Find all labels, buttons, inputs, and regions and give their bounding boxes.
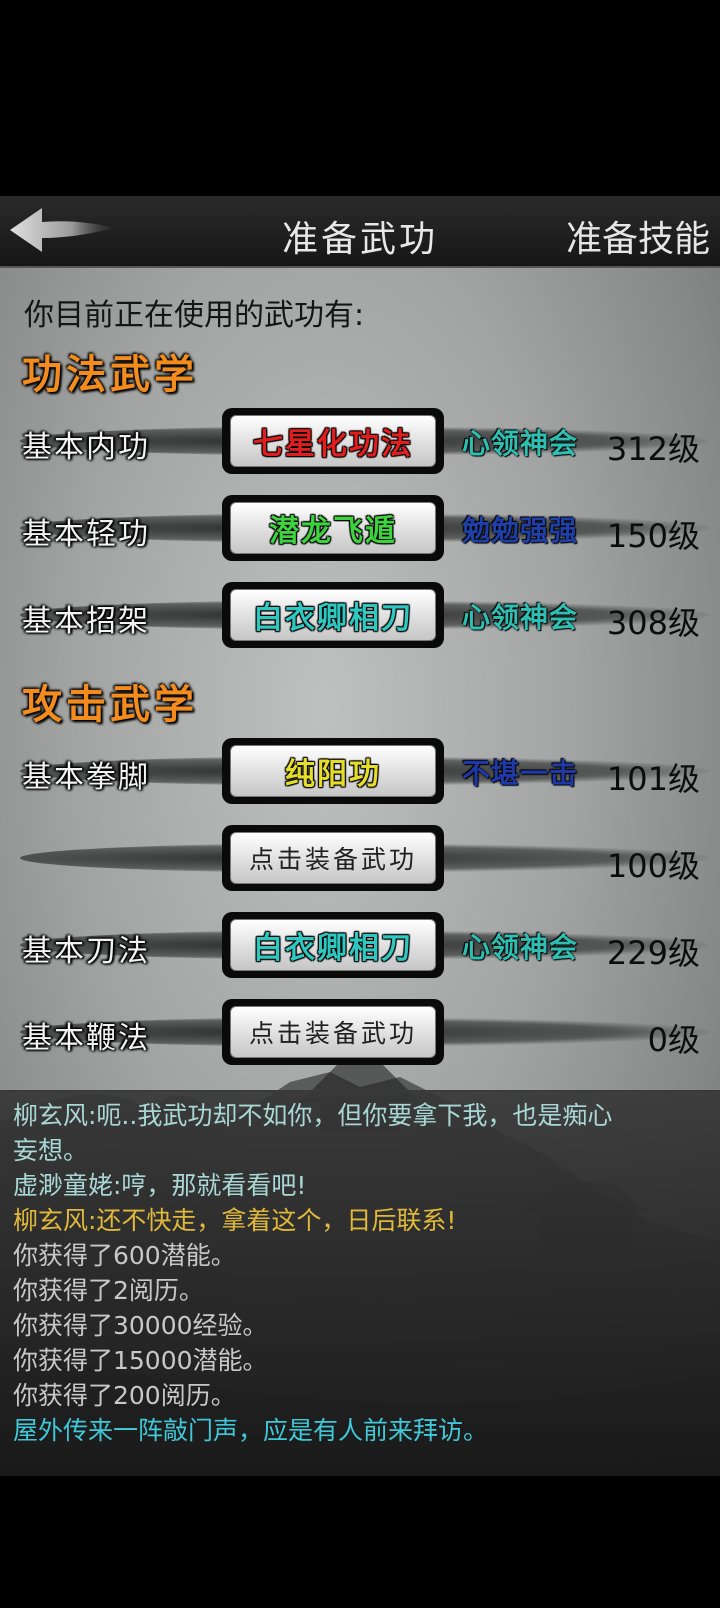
skill-row: 基本招架 白衣卿相刀 心领神会 308级 bbox=[0, 578, 720, 652]
row-label: 基本刀法 bbox=[22, 934, 150, 969]
log-line: 妄想。 bbox=[13, 1136, 89, 1165]
skill-name: 潜龙飞遁 bbox=[269, 514, 397, 549]
skill-slot-button[interactable]: 潜龙飞遁 bbox=[222, 495, 444, 561]
skill-row: 基本轻功 潜龙飞遁 勉勉强强 150级 bbox=[0, 491, 720, 565]
equip-skill-label: 点击装备武功 bbox=[248, 1019, 417, 1048]
skill-level: 150级 bbox=[606, 517, 700, 555]
section-title-gongfa: 功法武学 bbox=[22, 351, 198, 398]
skill-row: 基本内功 七星化功法 心领神会 312级 bbox=[0, 404, 720, 478]
log-line: 柳玄风:还不快走，拿着这个，日后联系! bbox=[13, 1206, 457, 1235]
skill-row: 基本拳脚 纯阳功 不堪一击 101级 bbox=[0, 734, 720, 808]
skill-row: 基本鞭法 点击装备武功 0级 bbox=[0, 995, 720, 1069]
tab-prepare-skills[interactable]: 准备技能 bbox=[566, 210, 710, 262]
skill-row: 点击装备武功 100级 bbox=[0, 821, 720, 895]
skill-level: 308级 bbox=[606, 604, 700, 642]
skill-slot-button[interactable]: 白衣卿相刀 bbox=[222, 912, 444, 978]
row-label: 基本内功 bbox=[22, 430, 150, 465]
log-line: 虚渺童姥:哼，那就看看吧! bbox=[13, 1171, 307, 1200]
skill-name: 白衣卿相刀 bbox=[253, 931, 413, 966]
log-line: 你获得了600潜能。 bbox=[13, 1241, 236, 1270]
row-label: 基本招架 bbox=[22, 604, 150, 639]
message-log-lines: 柳玄风:呃..我武功却不如你，但你要拿下我，也是痴心 妄想。 虚渺童姥:哼，那就… bbox=[13, 1098, 703, 1448]
log-line: 你获得了200阅历。 bbox=[13, 1381, 236, 1410]
skill-slot-button[interactable]: 纯阳功 bbox=[222, 738, 444, 804]
mastery-level: 心领神会 bbox=[462, 601, 579, 634]
skill-name: 七星化功法 bbox=[253, 427, 413, 462]
section-title-attack: 攻击武学 bbox=[22, 681, 198, 728]
row-label: 基本轻功 bbox=[22, 517, 150, 552]
equip-skill-button[interactable]: 点击装备武功 bbox=[222, 999, 444, 1065]
subtitle-text: 你目前正在使用的武功有: bbox=[24, 298, 365, 333]
skill-name: 纯阳功 bbox=[285, 757, 381, 792]
log-line: 你获得了2阅历。 bbox=[13, 1276, 204, 1305]
skill-level: 0级 bbox=[647, 1021, 700, 1059]
skill-row: 基本刀法 白衣卿相刀 心领神会 229级 bbox=[0, 908, 720, 982]
equip-skill-button[interactable]: 点击装备武功 bbox=[222, 825, 444, 891]
skill-level: 312级 bbox=[606, 430, 700, 468]
skill-level: 101级 bbox=[606, 760, 700, 798]
message-log[interactable]: 柳玄风:呃..我武功却不如你，但你要拿下我，也是痴心 妄想。 虚渺童姥:哼，那就… bbox=[0, 1090, 720, 1476]
skill-level: 100级 bbox=[606, 847, 700, 885]
log-line: 你获得了15000潜能。 bbox=[13, 1346, 268, 1375]
row-label: 基本拳脚 bbox=[22, 760, 150, 795]
skill-name: 白衣卿相刀 bbox=[253, 601, 413, 636]
skill-slot-button[interactable]: 白衣卿相刀 bbox=[222, 582, 444, 648]
header-bar: 准备武功 准备技能 bbox=[0, 196, 720, 268]
mastery-level: 不堪一击 bbox=[462, 757, 579, 790]
mastery-level: 心领神会 bbox=[462, 427, 579, 460]
equip-skill-label: 点击装备武功 bbox=[248, 845, 417, 874]
mastery-level: 勉勉强强 bbox=[462, 514, 579, 547]
log-line: 屋外传来一阵敲门声，应是有人前来拜访。 bbox=[13, 1416, 489, 1445]
log-line: 你获得了30000经验。 bbox=[13, 1311, 268, 1340]
mastery-level: 心领神会 bbox=[462, 931, 579, 964]
skill-slot-button[interactable]: 七星化功法 bbox=[222, 408, 444, 474]
row-label: 基本鞭法 bbox=[22, 1021, 150, 1056]
skill-level: 229级 bbox=[606, 934, 700, 972]
app-window: 准备武功 准备技能 你目前正在使用的武功有: 功法武学 基本内功 七星化功法 心… bbox=[0, 196, 720, 1476]
log-line: 柳玄风:呃..我武功却不如你，但你要拿下我，也是痴心 bbox=[13, 1101, 613, 1130]
